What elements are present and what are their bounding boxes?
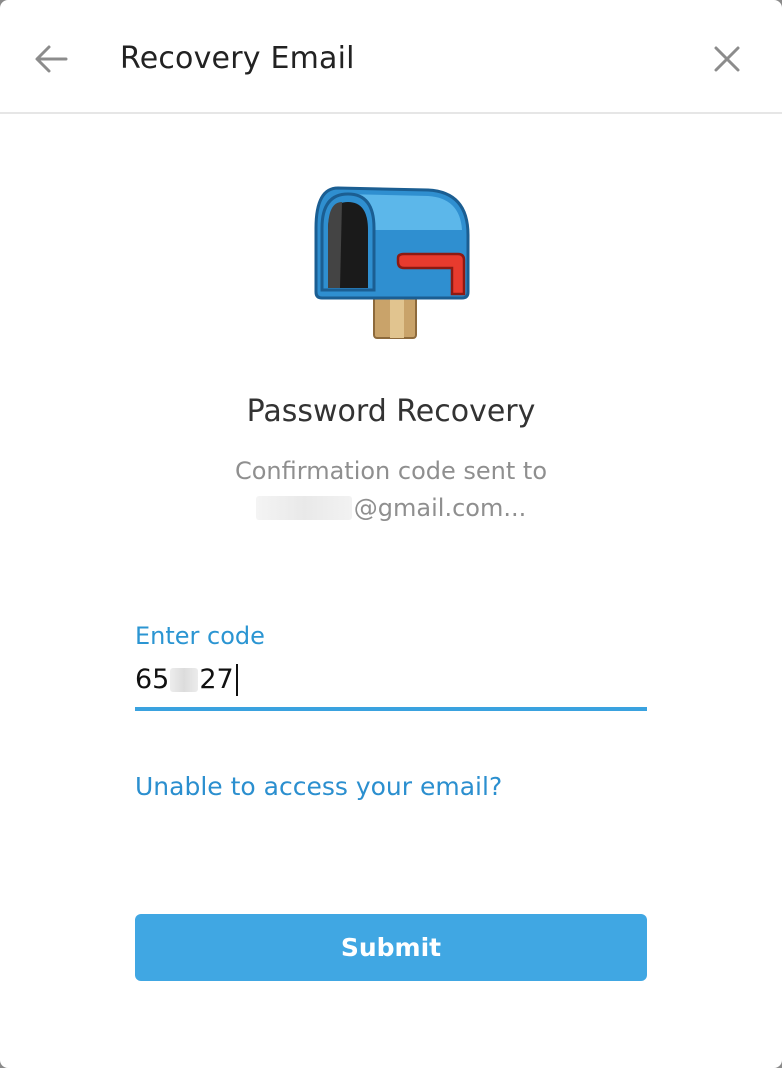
code-value-suffix: 27 bbox=[199, 664, 234, 695]
code-field-label: Enter code bbox=[135, 622, 265, 650]
text-cursor bbox=[235, 664, 238, 696]
close-button[interactable] bbox=[702, 34, 752, 84]
code-value-prefix: 65 bbox=[135, 664, 170, 695]
arrow-left-icon bbox=[35, 45, 68, 73]
redacted-email-user bbox=[255, 496, 352, 520]
email-suffix: @gmail.com... bbox=[353, 494, 527, 522]
redacted-code-digits bbox=[170, 668, 199, 692]
code-field[interactable]: Enter code 65 27 bbox=[135, 620, 647, 712]
close-icon bbox=[714, 46, 740, 72]
dialog-header: Recovery Email bbox=[0, 0, 782, 114]
mailbox-icon bbox=[314, 186, 470, 339]
email-line: @gmail.com... bbox=[0, 490, 782, 527]
back-button[interactable] bbox=[26, 34, 76, 84]
unable-to-access-email-link[interactable]: Unable to access your email? bbox=[135, 768, 502, 806]
dialog-title: Recovery Email bbox=[120, 41, 355, 76]
code-field-underline bbox=[135, 707, 647, 711]
recovery-email-dialog: Recovery Email Password Recovery Confirm… bbox=[0, 0, 782, 1068]
code-input[interactable]: 65 27 bbox=[135, 660, 238, 700]
submit-button[interactable]: Submit bbox=[135, 914, 647, 981]
recovery-title: Password Recovery bbox=[246, 394, 536, 429]
description-line: Confirmation code sent to bbox=[234, 457, 548, 485]
confirmation-description: Confirmation code sent to @gmail.com... bbox=[0, 453, 782, 527]
